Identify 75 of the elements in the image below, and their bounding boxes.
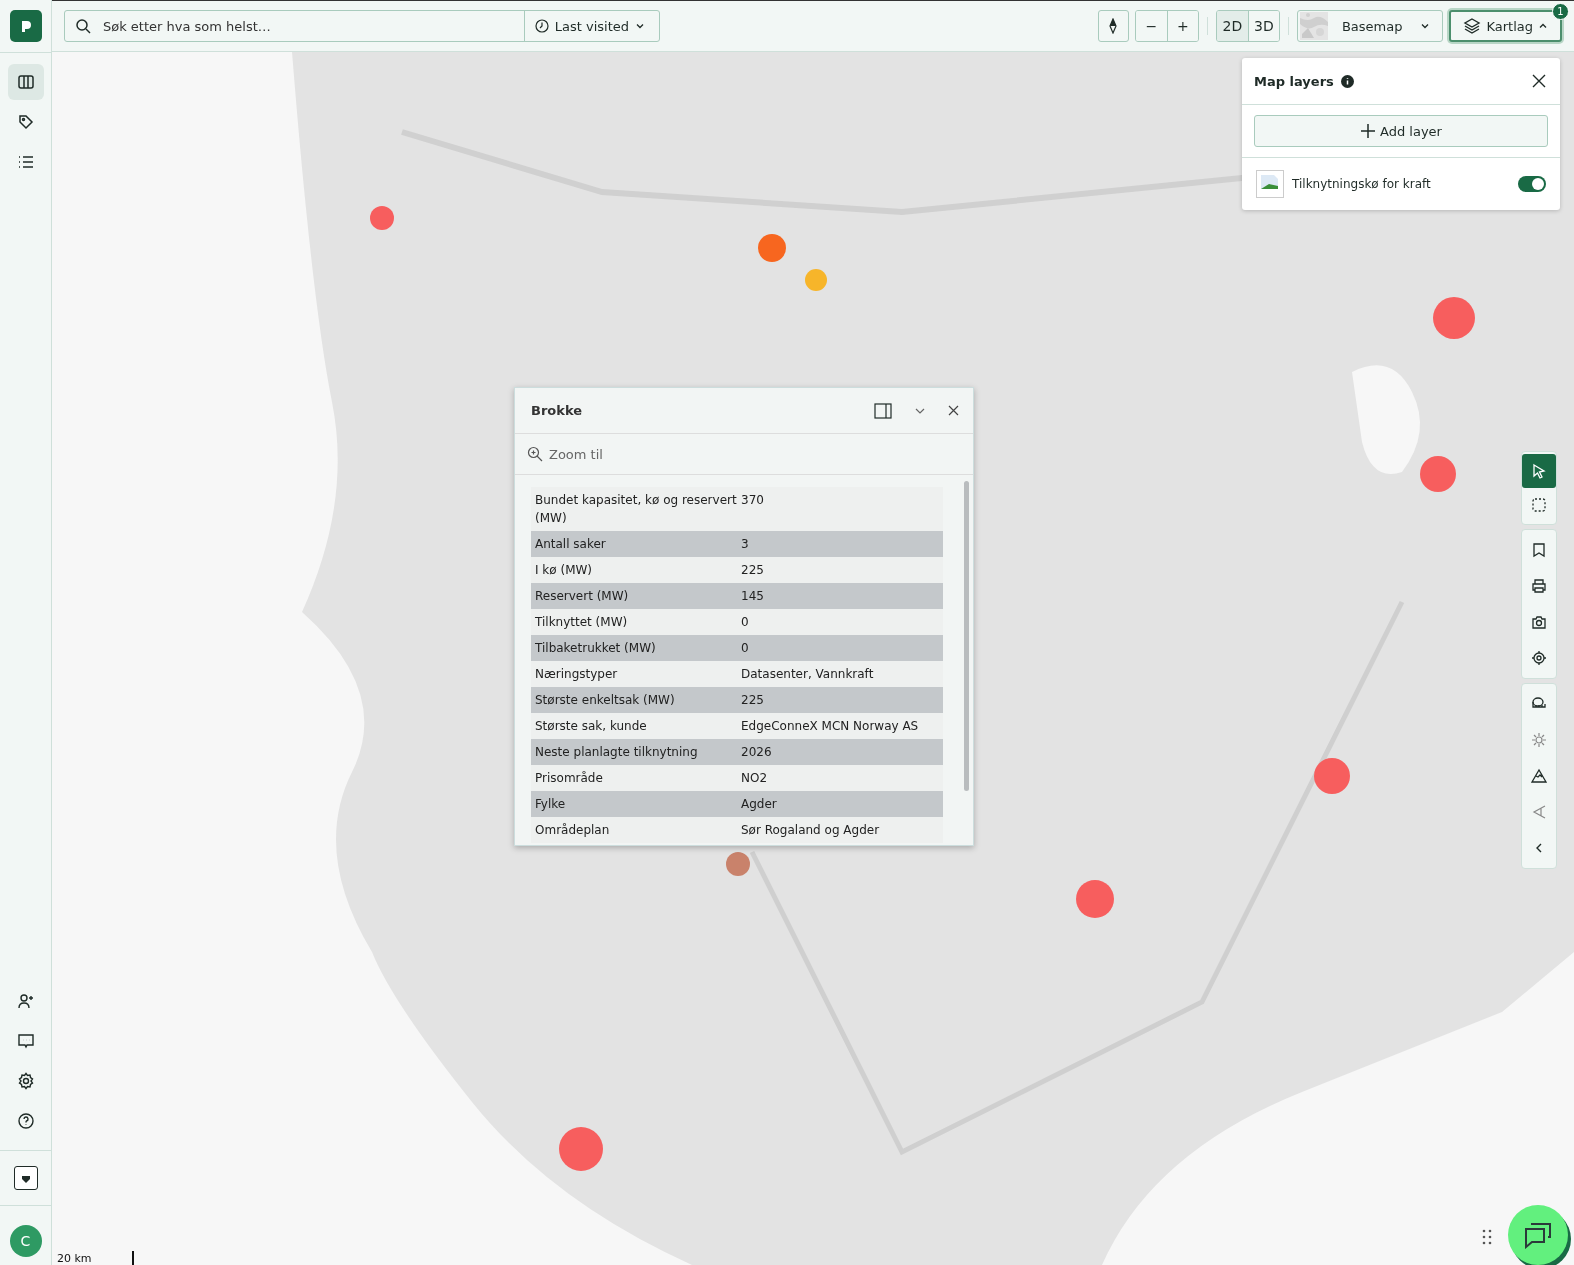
add-user-icon[interactable] <box>16 992 35 1010</box>
attribute-label: Tilknyttet (MW) <box>535 614 629 631</box>
zoom-in-button[interactable]: + <box>1166 11 1198 41</box>
scale-label: 20 km <box>57 1252 92 1265</box>
chevron-down-icon <box>635 21 645 31</box>
attribute-label: Største sak, kunde <box>535 718 648 735</box>
panel-title: Map layers <box>1254 73 1334 89</box>
layer-thumbnail-icon <box>1256 170 1284 198</box>
map-icon[interactable] <box>7 64 44 100</box>
layer-name: Tilknytningskø for kraft <box>1292 177 1431 191</box>
popup-title: Brokke <box>531 403 582 418</box>
attribute-value: 0 <box>741 640 750 657</box>
attribute-label: Neste planlagte tilknytning <box>535 744 699 761</box>
chat-icon <box>1523 1221 1553 1249</box>
attribute-label: I kø (MW) <box>535 562 594 579</box>
attribute-label: Prisområde <box>535 770 604 787</box>
attribute-label: Reservert (MW) <box>535 588 630 605</box>
compass-icon <box>1108 18 1119 34</box>
last-visited-button[interactable]: Last visited <box>523 11 659 41</box>
settings-icon[interactable] <box>16 1072 35 1090</box>
close-icon[interactable] <box>948 405 959 416</box>
zoom-in-icon <box>527 446 543 462</box>
scale-bar <box>131 1251 134 1265</box>
layer-toggle[interactable] <box>1518 176 1546 192</box>
attribute-value: 3 <box>741 536 750 553</box>
basemap-button[interactable]: Basemap <box>1296 10 1444 42</box>
bookmark-icon[interactable] <box>1531 542 1547 558</box>
scrollbar[interactable] <box>964 481 969 791</box>
search-icon <box>75 18 91 34</box>
plus-icon <box>1360 123 1377 139</box>
attribute-value: Datasenter, Vannkraft <box>741 666 875 683</box>
zoom-to-link[interactable]: Zoom til <box>527 446 603 462</box>
dock-icon[interactable] <box>874 402 892 419</box>
compass-button[interactable] <box>1097 10 1129 42</box>
attribute-label: Antall saker <box>535 536 607 553</box>
mountain-icon[interactable] <box>1531 768 1547 784</box>
plugin-button[interactable] <box>13 1166 38 1190</box>
camera-icon[interactable] <box>1531 614 1547 630</box>
drag-handle-icon[interactable] <box>1482 1229 1492 1245</box>
attribute-label: Områdeplan <box>535 822 611 839</box>
attribute-label: Fylke <box>535 796 567 813</box>
layers-icon <box>1463 17 1482 35</box>
attribute-label: Bundet kapasitet, kø og reservert (MW) <box>535 492 738 527</box>
count-badge: 1 <box>1552 3 1569 20</box>
attribute-value: EdgeConneX MCN Norway AS <box>741 718 920 735</box>
attribute-label: Tilbaketrukket (MW) <box>535 640 657 657</box>
pointer-icon[interactable] <box>1522 454 1556 488</box>
close-icon[interactable] <box>1532 74 1546 88</box>
attribute-label: Største enkeltsak (MW) <box>535 692 676 709</box>
attribute-value: 225 <box>741 562 765 579</box>
attribute-value: 2026 <box>741 744 773 761</box>
attribute-value: 225 <box>741 692 765 709</box>
attribute-label: Næringstyper <box>535 666 619 683</box>
attribute-value: 0 <box>741 614 750 631</box>
print-icon[interactable] <box>1531 578 1547 594</box>
app-logo[interactable] <box>9 10 42 42</box>
clock-icon <box>534 19 549 33</box>
attribute-value: NO2 <box>741 770 769 787</box>
locate-icon[interactable] <box>1531 650 1547 666</box>
line-of-sight-icon[interactable] <box>1531 804 1547 820</box>
help-icon[interactable] <box>16 1112 35 1130</box>
user-avatar[interactable]: C <box>9 1225 42 1257</box>
chevron-down-icon <box>1420 21 1431 31</box>
search-field[interactable]: Søk etter hva som helst… Last visited <box>64 10 660 42</box>
view-mode-toggle[interactable]: 2D <box>1216 11 1248 41</box>
chat-icon[interactable] <box>16 1032 35 1050</box>
attribute-value: Sør Rogaland og Agder <box>741 822 881 839</box>
sun-icon[interactable] <box>1531 732 1547 748</box>
add-layer-button[interactable]: Add layer <box>1254 115 1548 147</box>
info-icon[interactable] <box>1340 74 1354 88</box>
attribute-value: Agder <box>741 796 778 813</box>
attribute-value: 145 <box>741 588 765 605</box>
attribute-value: 370 <box>741 492 765 509</box>
chevron-icon <box>1538 21 1548 31</box>
view-mode-toggle[interactable]: 3D <box>1247 11 1279 41</box>
